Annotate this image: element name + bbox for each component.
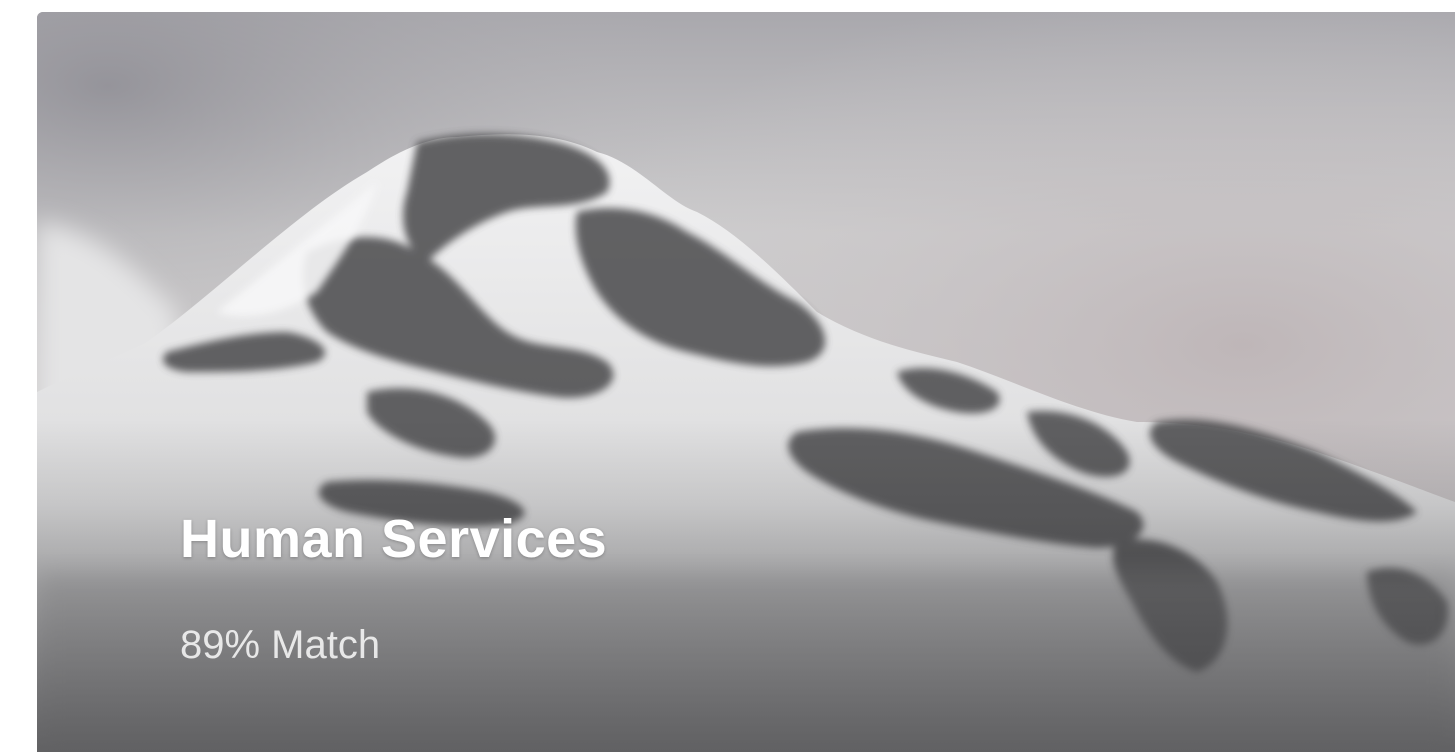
card-title: Human Services [180,509,608,569]
match-percentage: 89% Match [180,623,381,667]
career-match-card[interactable]: Human Services 89% Match [37,12,1455,752]
